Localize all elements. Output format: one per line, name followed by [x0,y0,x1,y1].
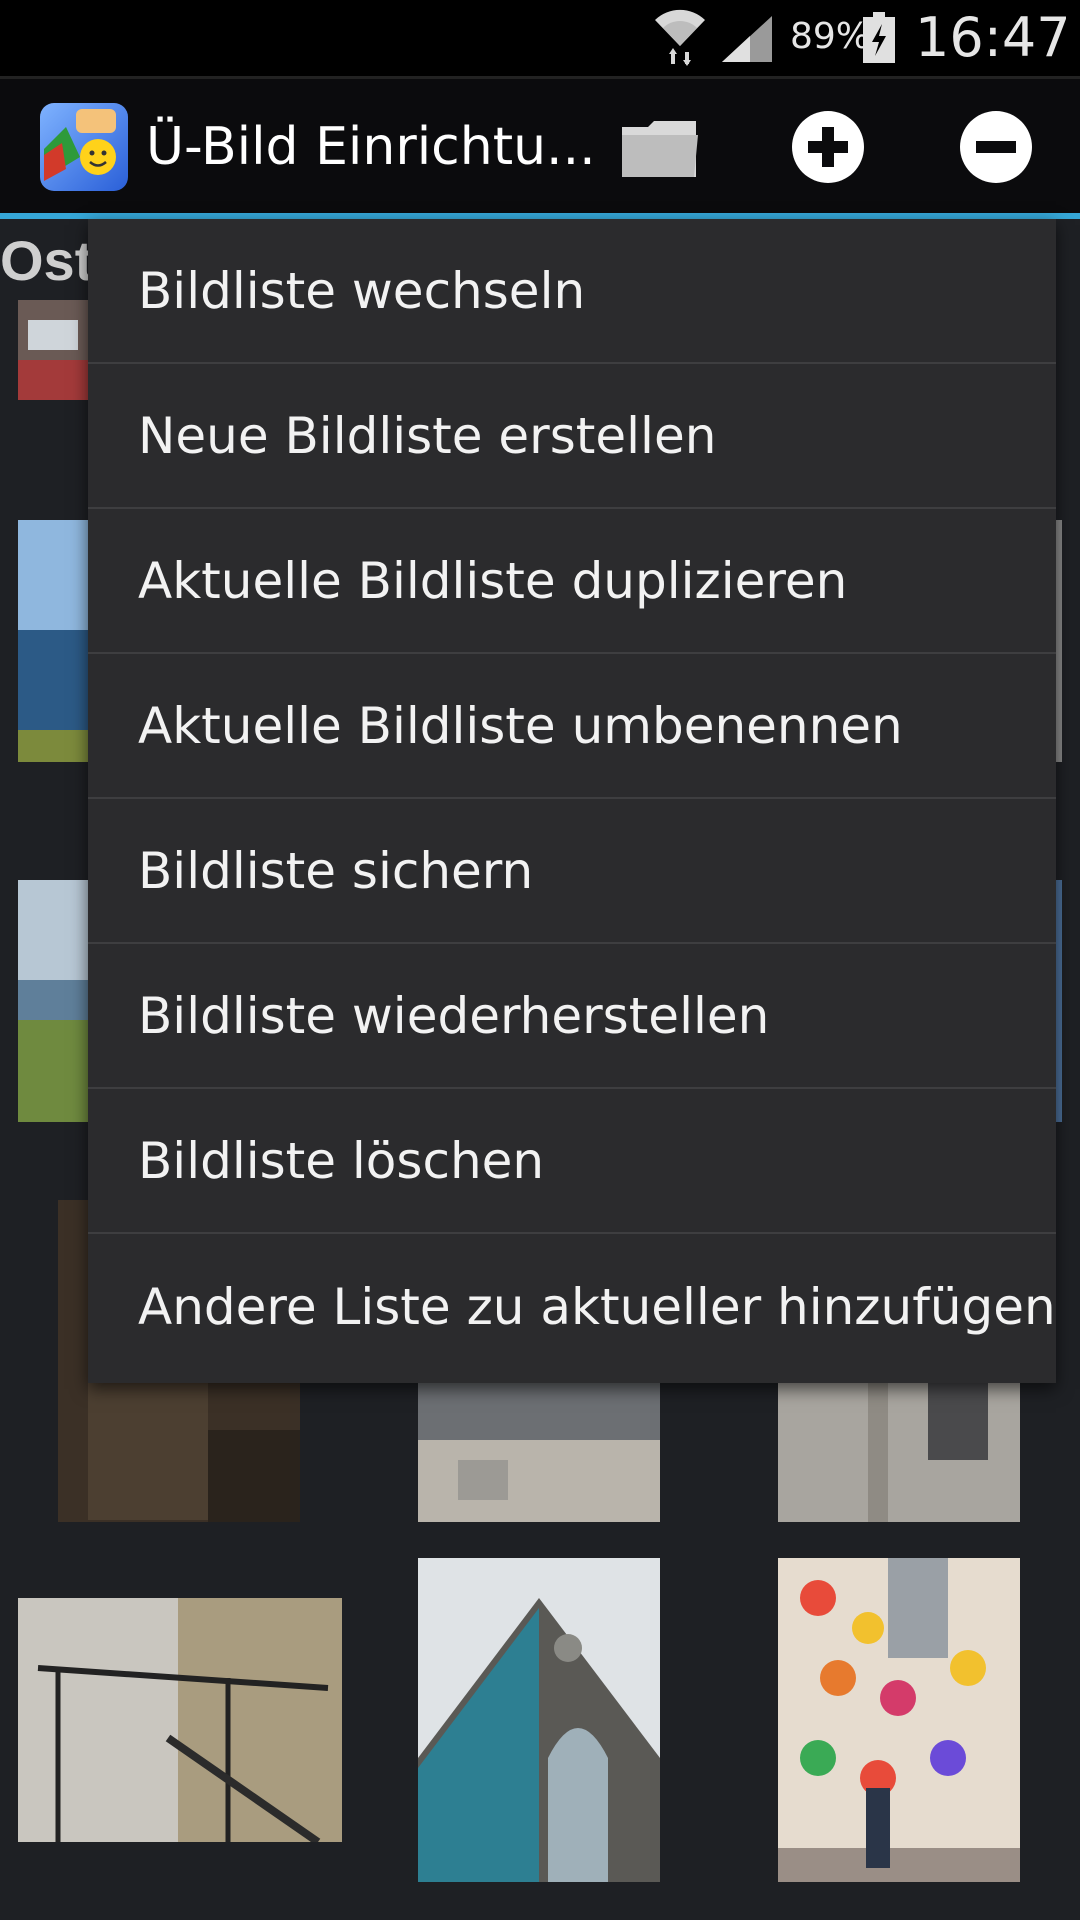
battery-percent: 89% [790,16,871,57]
wifi-icon [655,9,705,66]
thumbnail[interactable] [778,1380,1020,1522]
clock: 16:47 [915,6,1071,69]
thumbnail[interactable] [1056,520,1062,762]
thumbnail[interactable] [418,1558,660,1882]
action-bar: Ü-Bild Einrichtu... [0,79,1080,219]
menu-item-switch-list[interactable]: Bildliste wechseln [88,219,1056,364]
menu-item-create-list[interactable]: Neue Bildliste erstellen [88,364,1056,509]
thumbnail[interactable] [18,880,88,1122]
app-title: Ü-Bild Einrichtu... [146,117,596,177]
thumbnail[interactable] [18,520,88,762]
battery-charging-icon [863,12,895,63]
status-bar: 89% 16:47 [0,0,1080,79]
overflow-menu: Bildliste wechseln Neue Bildliste erstel… [88,219,1056,1383]
plus-circle-icon[interactable] [786,105,870,189]
folder-icon[interactable] [618,105,702,189]
minus-circle-icon[interactable] [954,105,1038,189]
thumbnail[interactable] [18,300,88,400]
thumbnail[interactable] [1056,880,1062,1122]
signal-icon [722,16,772,62]
menu-item-delete-list[interactable]: Bildliste löschen [88,1089,1056,1234]
list-heading: Ost [0,229,94,292]
thumbnail[interactable] [418,1380,660,1522]
thumbnail[interactable] [778,1558,1020,1882]
menu-item-restore-list[interactable]: Bildliste wiederherstellen [88,944,1056,1089]
thumbnail[interactable] [18,1598,342,1842]
app-icon[interactable] [36,99,132,195]
menu-item-duplicate-list[interactable]: Aktuelle Bildliste duplizieren [88,509,1056,654]
menu-item-backup-list[interactable]: Bildliste sichern [88,799,1056,944]
menu-item-merge-list[interactable]: Andere Liste zu aktueller hinzufügen [88,1234,1056,1379]
menu-item-rename-list[interactable]: Aktuelle Bildliste umbenennen [88,654,1056,799]
